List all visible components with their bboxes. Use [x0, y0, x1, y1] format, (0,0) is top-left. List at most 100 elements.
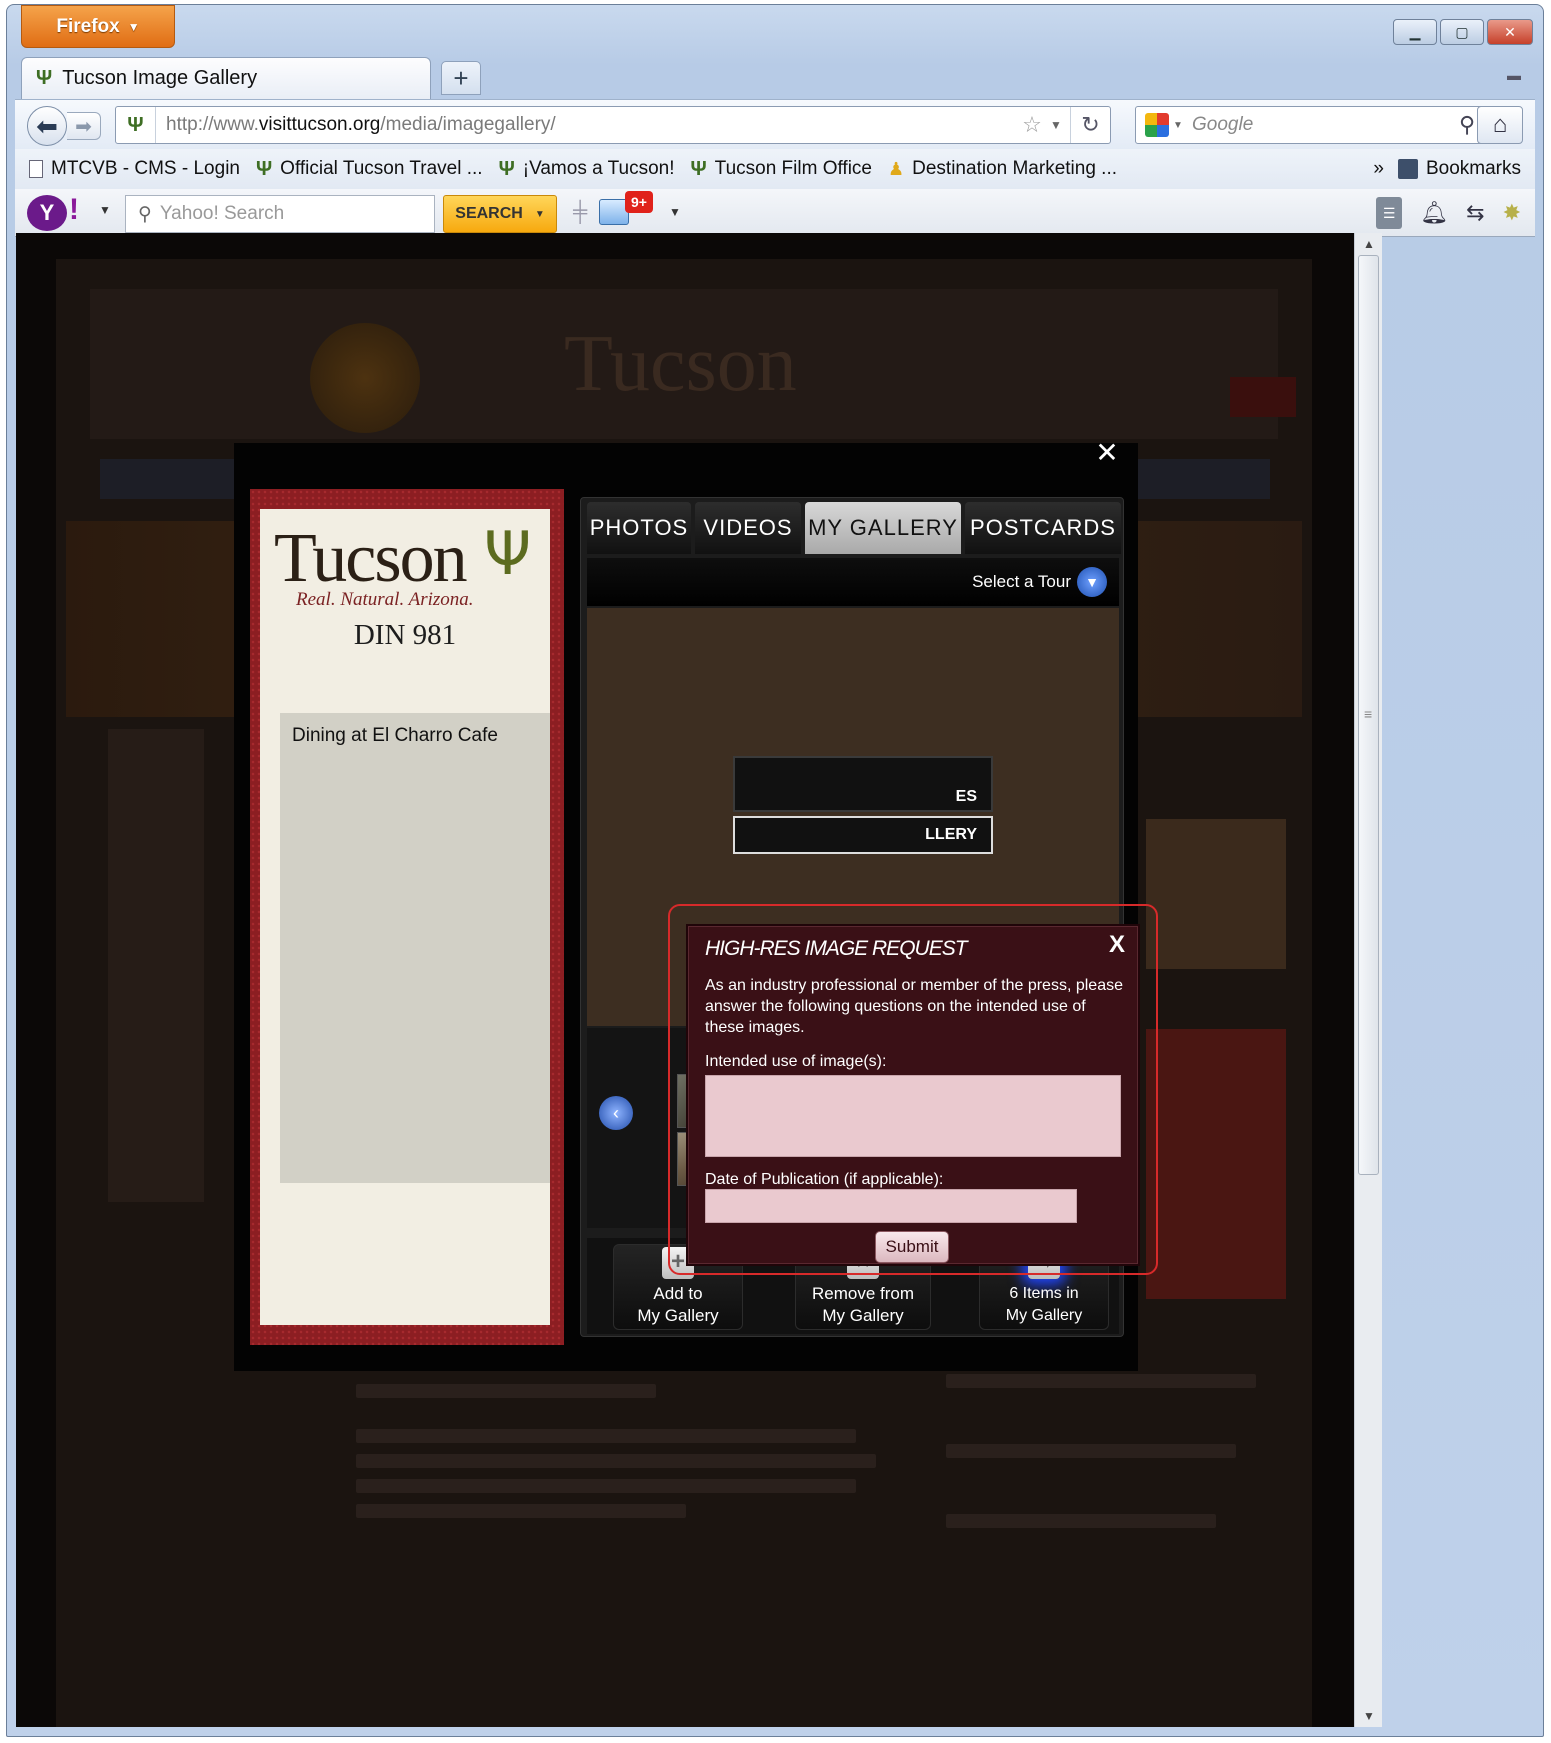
arrow-right-icon: ➡ [75, 115, 92, 138]
image-info-card: Tucson Ψ Real. Natural. Arizona. DIN 981… [260, 509, 550, 1325]
tucson-logo: Tucson Ψ Real. Natural. Arizona. [274, 519, 538, 610]
bookmark-label: Tucson Film Office [714, 158, 872, 179]
toolbar-separator: ╪ [573, 201, 588, 223]
yahoo-logo-icon[interactable]: Y [27, 195, 67, 231]
chevron-down-icon[interactable]: ▼ [669, 205, 681, 219]
search-input[interactable]: Google [1192, 114, 1450, 136]
bookmarks-overflow-button[interactable]: » [1373, 158, 1384, 180]
url-input[interactable]: http://www.visittucson.org/media/imagega… [156, 114, 1014, 136]
dimmed-text-line [356, 1454, 876, 1468]
bookmark-label: Official Tucson Travel ... [280, 158, 483, 179]
yahoo-search-placeholder: Yahoo! Search [159, 203, 285, 224]
vertical-scrollbar[interactable]: ▲ ≡ ▼ [1354, 233, 1382, 1727]
dimmed-go-button [1230, 377, 1296, 417]
bookmark-mtcvb-cms-login[interactable]: MTCVB - CMS - Login [29, 158, 240, 180]
minimize-button[interactable]: ▁ [1393, 19, 1437, 45]
bell-icon[interactable]: 🔔︎ [1420, 200, 1448, 226]
arrow-left-icon: ⬅ [36, 110, 58, 141]
image-id: DIN 981 [353, 619, 457, 651]
address-bar[interactable]: Ψ http://www.visittucson.org/media/image… [115, 106, 1111, 144]
chevron-down-icon[interactable]: ▼ [99, 203, 111, 217]
logo-tagline: Real. Natural. Arizona. [296, 589, 474, 610]
reload-icon[interactable]: ↻ [1070, 107, 1110, 143]
modal-close-icon[interactable]: X [1109, 931, 1125, 959]
chevron-down-icon[interactable]: ▼ [1077, 567, 1107, 597]
tab-videos[interactable]: VIDEOS [695, 502, 801, 554]
publication-date-input[interactable] [705, 1189, 1077, 1223]
bookmarks-menu-button[interactable]: Bookmarks [1397, 158, 1521, 180]
cactus-icon: Ψ [127, 113, 144, 136]
yahoo-exclamation-icon: ! [69, 193, 79, 226]
intended-use-textarea[interactable] [705, 1075, 1121, 1157]
submit-button[interactable]: Submit [875, 1231, 949, 1263]
tab-strip: Ψ Tucson Image Gallery + ▬ [21, 53, 1529, 99]
bookmarks-menu-label: Bookmarks [1425, 158, 1521, 179]
dimmed-right-promo [1146, 1029, 1286, 1299]
image-caption: Dining at El Charro Cafe [292, 725, 498, 746]
scroll-up-icon[interactable]: ▲ [1355, 233, 1383, 255]
site-identity-button[interactable]: Ψ [116, 107, 156, 143]
grip-icon: ≡ [1364, 706, 1373, 722]
chevron-down-icon: ▼ [127, 19, 140, 34]
firefox-menu-button[interactable]: Firefox ▼ [21, 5, 175, 48]
bookmark-vamos-a-tucson[interactable]: Ψ ¡Vamos a Tucson! [499, 158, 675, 181]
search-bar[interactable]: ▼ Google ⚲ [1135, 106, 1485, 144]
url-prefix: http://www. [166, 114, 259, 135]
tab-postcards[interactable]: POSTCARDS [965, 502, 1121, 554]
bookmarks-icon [1397, 159, 1418, 179]
action-label-line1: Add to [653, 1284, 703, 1303]
yahoo-search-label: SEARCH [455, 205, 523, 222]
new-tab-button[interactable]: + [441, 61, 481, 95]
search-icon: ⚲ [138, 203, 152, 225]
maximize-button[interactable]: ▢ [1440, 19, 1484, 45]
intended-use-label: Intended use of image(s): [705, 1053, 887, 1070]
tab-tucson-image-gallery[interactable]: Ψ Tucson Image Gallery [21, 57, 431, 99]
scroll-down-icon[interactable]: ▼ [1355, 1705, 1383, 1727]
dimmed-text-line [356, 1429, 856, 1443]
back-button[interactable]: ⬅ [27, 106, 67, 146]
bookmark-star-icon[interactable]: ☆ [1014, 112, 1050, 138]
stage-button-1-label: ES [955, 788, 977, 805]
chevron-down-icon: ▼ [534, 208, 545, 220]
image-info-panel: Tucson Ψ Real. Natural. Arizona. DIN 981… [250, 489, 564, 1345]
stage-button-request-images[interactable]: ES [733, 756, 993, 812]
yahoo-search-button[interactable]: SEARCH ▼ [443, 195, 557, 233]
bookmark-official-tucson-travel[interactable]: Ψ Official Tucson Travel ... [256, 158, 483, 181]
bookmark-tucson-film-office[interactable]: Ψ Tucson Film Office [690, 158, 872, 181]
action-label-line1: 6 Items in [1009, 1285, 1079, 1302]
stage-button-view-gallery[interactable]: LLERY [733, 816, 993, 854]
mail-count-badge: 9+ [625, 191, 653, 213]
dimmed-text-line [946, 1514, 1216, 1528]
modal-intro-text: As an industry professional or member of… [705, 977, 1123, 1036]
stage-button-2-label: LLERY [925, 826, 977, 843]
action-label-line1: Remove from [811, 1284, 915, 1303]
dimmed-site-logo: Tucson [564, 320, 797, 408]
tour-bar: Select a Tour ▼ [587, 558, 1119, 606]
gallery-tabs: PHOTOS VIDEOS MY GALLERY POSTCARDS [587, 502, 1121, 556]
dimmed-text-line [356, 1479, 856, 1493]
list-icon[interactable]: ☰ [1376, 197, 1403, 229]
tab-photos[interactable]: PHOTOS [587, 502, 691, 554]
home-button[interactable]: ⌂ [1477, 106, 1523, 144]
window-controls: ▁ ▢ ✕ [1393, 19, 1533, 45]
chevron-left-icon[interactable]: ‹ [599, 1096, 633, 1130]
dimmed-sun-graphic [310, 323, 420, 433]
cactus-icon: Ψ [690, 157, 707, 180]
search-engine-selector[interactable]: ▼ [1136, 113, 1192, 137]
lightbox-close-icon[interactable]: ✕ [1092, 437, 1122, 468]
page-icon [29, 160, 43, 178]
addon-puzzle-icon[interactable]: ✸ [1503, 200, 1521, 226]
tab-list-icon[interactable]: ▬ [1507, 67, 1521, 83]
url-history-dropdown-icon[interactable]: ▼ [1050, 118, 1070, 132]
bookmark-destination-marketing[interactable]: ♟ Destination Marketing ... [888, 158, 1117, 180]
yahoo-toolbar: Y ! ▼ ⚲ Yahoo! Search SEARCH ▼ ╪ 9+ ▼ ☰ … [15, 189, 1535, 237]
select-tour-label[interactable]: Select a Tour [972, 572, 1071, 592]
yahoo-search-input[interactable]: ⚲ Yahoo! Search [125, 195, 435, 233]
swap-arrows-icon[interactable]: ⇆ [1466, 200, 1484, 226]
forward-button[interactable]: ➡ [67, 112, 101, 140]
url-path: /media/imagegallery/ [380, 114, 556, 135]
tab-my-gallery[interactable]: MY GALLERY [805, 502, 961, 554]
navigation-bar: ⬅ ➡ Ψ http://www.visittucson.org/media/i… [15, 99, 1535, 149]
scrollbar-thumb[interactable]: ≡ [1358, 255, 1379, 1175]
close-window-button[interactable]: ✕ [1487, 19, 1533, 45]
